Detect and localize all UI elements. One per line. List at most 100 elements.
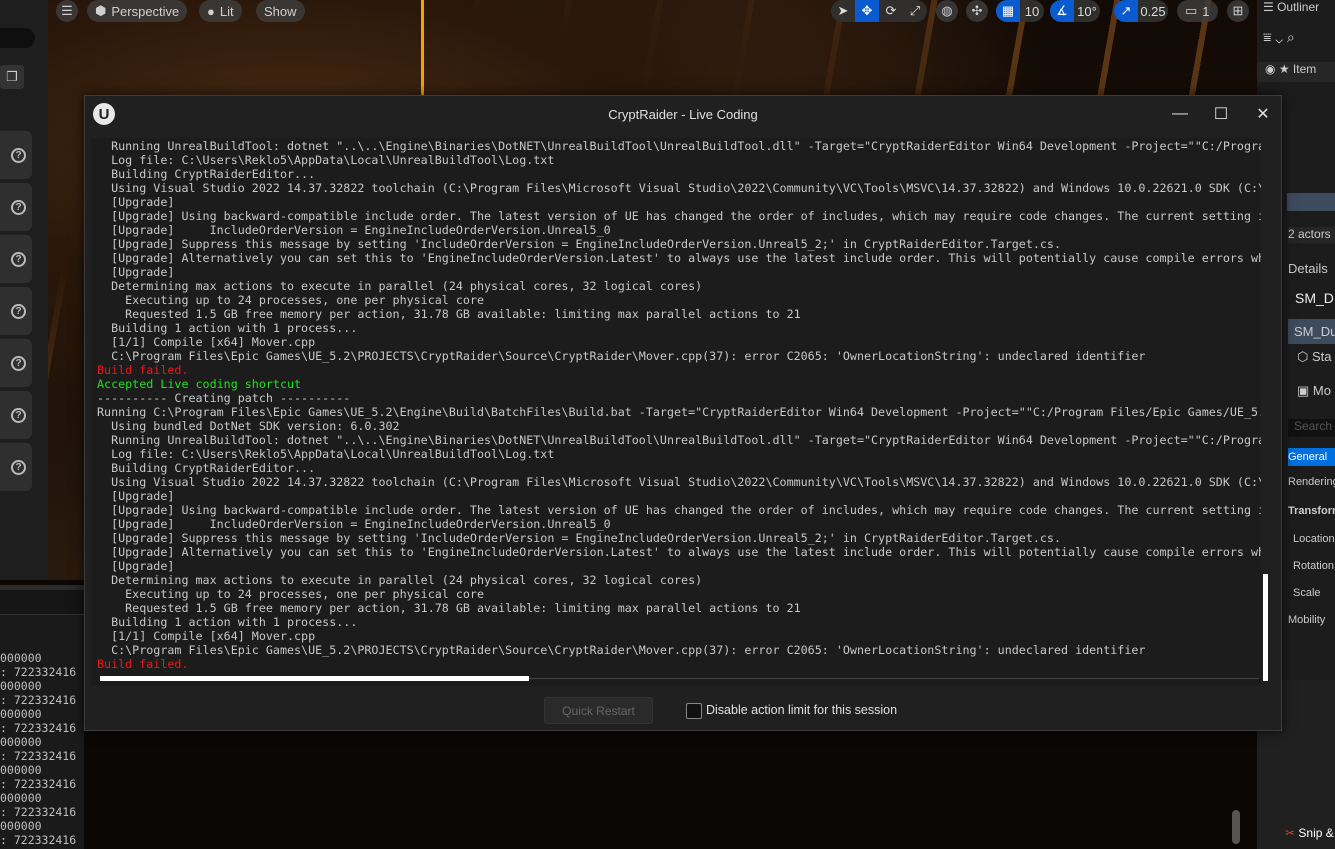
- help-button[interactable]: ?: [0, 131, 32, 179]
- log-line: Building CryptRaiderEditor...: [97, 167, 316, 181]
- help-button[interactable]: ?: [0, 391, 32, 439]
- log-line: Determining max actions to execute in pa…: [97, 573, 703, 587]
- scroll-track: [529, 678, 1259, 679]
- scale-snap[interactable]: ↗ 0.25: [1114, 0, 1168, 22]
- component-icon: ▣: [1297, 383, 1310, 398]
- transform-section[interactable]: Transform: [1288, 504, 1335, 519]
- viewport-menu-button[interactable]: ☰: [56, 0, 78, 22]
- log-line: Log file: C:\Users\Reklo5\AppData\Local\…: [97, 447, 555, 461]
- help-button[interactable]: ?: [0, 235, 32, 283]
- output-log-line: 000000: [0, 651, 42, 665]
- log-output[interactable]: Running UnrealBuildTool: dotnet "..\..\E…: [91, 138, 1261, 686]
- outliner-header: ◉ ★ Item: [1257, 62, 1335, 82]
- taskbar-snip[interactable]: ✂ Snip &: [1285, 826, 1334, 841]
- log-line: Executing up to 24 processes, one per ph…: [97, 293, 485, 307]
- log-line: Building 1 action with 1 process...: [97, 615, 358, 629]
- search-field[interactable]: [0, 28, 35, 48]
- log-line: [1/1] Compile [x64] Mover.cpp: [97, 335, 316, 349]
- mesh-icon: ⬡: [1297, 349, 1309, 364]
- rotation-snap[interactable]: ∡ 10°: [1050, 0, 1100, 22]
- move-icon[interactable]: ✥: [855, 0, 879, 22]
- help-icon: ?: [11, 199, 26, 215]
- minimize-button[interactable]: —: [1157, 96, 1203, 132]
- output-log-line: 000000: [0, 735, 42, 749]
- help-button[interactable]: ?: [0, 287, 32, 335]
- component-static-mesh[interactable]: ⬡ Sta: [1297, 349, 1332, 364]
- tab-general[interactable]: General: [1288, 448, 1335, 466]
- output-log-filter-bar: [0, 590, 84, 615]
- disable-action-limit-checkbox[interactable]: [686, 703, 702, 719]
- vertical-scrollbar[interactable]: [1263, 574, 1268, 681]
- selection-outline: [421, 0, 424, 95]
- help-icon: ?: [11, 459, 26, 475]
- output-log-line: 000000: [0, 791, 42, 805]
- cube-icon: ⬢: [95, 3, 107, 18]
- log-line: Building 1 action with 1 process...: [97, 321, 358, 335]
- help-button[interactable]: ?: [0, 339, 32, 387]
- help-icon: ?: [11, 251, 26, 267]
- log-line: Build failed.: [97, 363, 189, 377]
- help-button[interactable]: ?: [0, 443, 32, 491]
- selected-row[interactable]: [1287, 193, 1335, 211]
- details-search[interactable]: Search: [1288, 419, 1335, 437]
- filter-icon[interactable]: ⩸ ⌄ ⌕: [1263, 30, 1295, 45]
- log-line: Build failed.: [97, 657, 189, 671]
- rotate-icon[interactable]: ⟳: [879, 0, 903, 22]
- log-line: [Upgrade]: [97, 559, 175, 573]
- surface-snap-button[interactable]: ✣: [966, 0, 988, 22]
- log-line: ---------- Creating patch ----------: [97, 391, 351, 405]
- details-tab[interactable]: Details: [1288, 261, 1328, 276]
- output-log-line: : 722332416: [0, 749, 77, 763]
- camera-speed-button[interactable]: ▭ 1: [1177, 0, 1218, 22]
- location-label: Location: [1293, 533, 1335, 545]
- output-log-line: : 722332416: [0, 777, 77, 791]
- output-log-line: 000000: [0, 707, 42, 721]
- log-line: [Upgrade] Using backward-compatible incl…: [97, 209, 1261, 223]
- log-line: Using Visual Studio 2022 14.37.32822 too…: [97, 181, 1261, 195]
- log-line: C:\Program Files\Epic Games\UE_5.2\PROJE…: [97, 349, 1146, 363]
- help-button[interactable]: ?: [0, 183, 32, 231]
- output-log-line: : 722332416: [0, 693, 77, 707]
- scale-icon[interactable]: ⤢: [903, 0, 927, 22]
- close-button[interactable]: ✕: [1240, 96, 1286, 132]
- log-line: Using Visual Studio 2022 14.37.32822 too…: [97, 475, 1261, 489]
- component-root[interactable]: SM_Du: [1288, 319, 1335, 344]
- log-line: [Upgrade] IncludeOrderVersion = EngineIn…: [97, 517, 611, 531]
- log-line: C:\Program Files\Epic Games\UE_5.2\PROJE…: [97, 643, 1146, 657]
- log-line: [Upgrade] Suppress this message by setti…: [97, 237, 1061, 251]
- left-toolbar: ❐ ? ? ? ? ? ? ?: [0, 0, 48, 580]
- lit-button[interactable]: ● Lit: [199, 0, 242, 22]
- component-mover[interactable]: ▣ Mo: [1297, 383, 1331, 398]
- grid-icon: ▦: [996, 0, 1020, 22]
- log-line: Log file: C:\Users\Reklo5\AppData\Local\…: [97, 153, 555, 167]
- output-log: 000000: 722332416 000000: 722332416 000000…: [0, 585, 84, 849]
- sphere-icon: ●: [207, 3, 215, 19]
- horizontal-scrollbar[interactable]: [100, 676, 529, 681]
- quick-restart-button[interactable]: Quick Restart: [544, 697, 653, 724]
- log-line: Requested 1.5 GB free memory per action,…: [97, 307, 801, 321]
- outliner-tab[interactable]: ☰ Outliner: [1263, 0, 1319, 15]
- maximize-button[interactable]: ☐: [1198, 96, 1244, 132]
- tab-rendering[interactable]: Rendering: [1288, 475, 1335, 490]
- world-local-button[interactable]: ◍: [936, 0, 958, 22]
- log-line: Requested 1.5 GB free memory per action,…: [97, 601, 801, 615]
- grid-snap[interactable]: ▦ 10: [996, 0, 1044, 22]
- log-line: [Upgrade] Suppress this message by setti…: [97, 531, 1061, 545]
- camera-icon: ▭: [1185, 3, 1198, 18]
- title-bar[interactable]: U CryptRaider - Live Coding — ☐ ✕: [85, 96, 1281, 132]
- perspective-button[interactable]: ⬢ Perspective: [87, 0, 188, 22]
- layers-icon[interactable]: ❐: [0, 65, 24, 89]
- viewport-layout-button[interactable]: ⊞: [1227, 0, 1249, 22]
- output-log-line: : 722332416: [0, 665, 77, 679]
- output-log-line: 000000: [0, 819, 42, 833]
- object-name: SM_D: [1295, 290, 1334, 306]
- log-line: [Upgrade] IncludeOrderVersion = EngineIn…: [97, 223, 611, 237]
- output-log-line: : 722332416: [0, 721, 77, 735]
- show-button[interactable]: Show: [256, 0, 305, 22]
- scrollbar[interactable]: [1232, 810, 1240, 844]
- globe-icon: ◍: [941, 3, 953, 18]
- eye-icon[interactable]: ◉: [1265, 62, 1275, 76]
- select-icon[interactable]: ➤: [831, 0, 855, 22]
- output-log-lines: 000000: 722332416 000000: 722332416 000000…: [0, 615, 84, 847]
- scale-label: Scale: [1293, 587, 1321, 599]
